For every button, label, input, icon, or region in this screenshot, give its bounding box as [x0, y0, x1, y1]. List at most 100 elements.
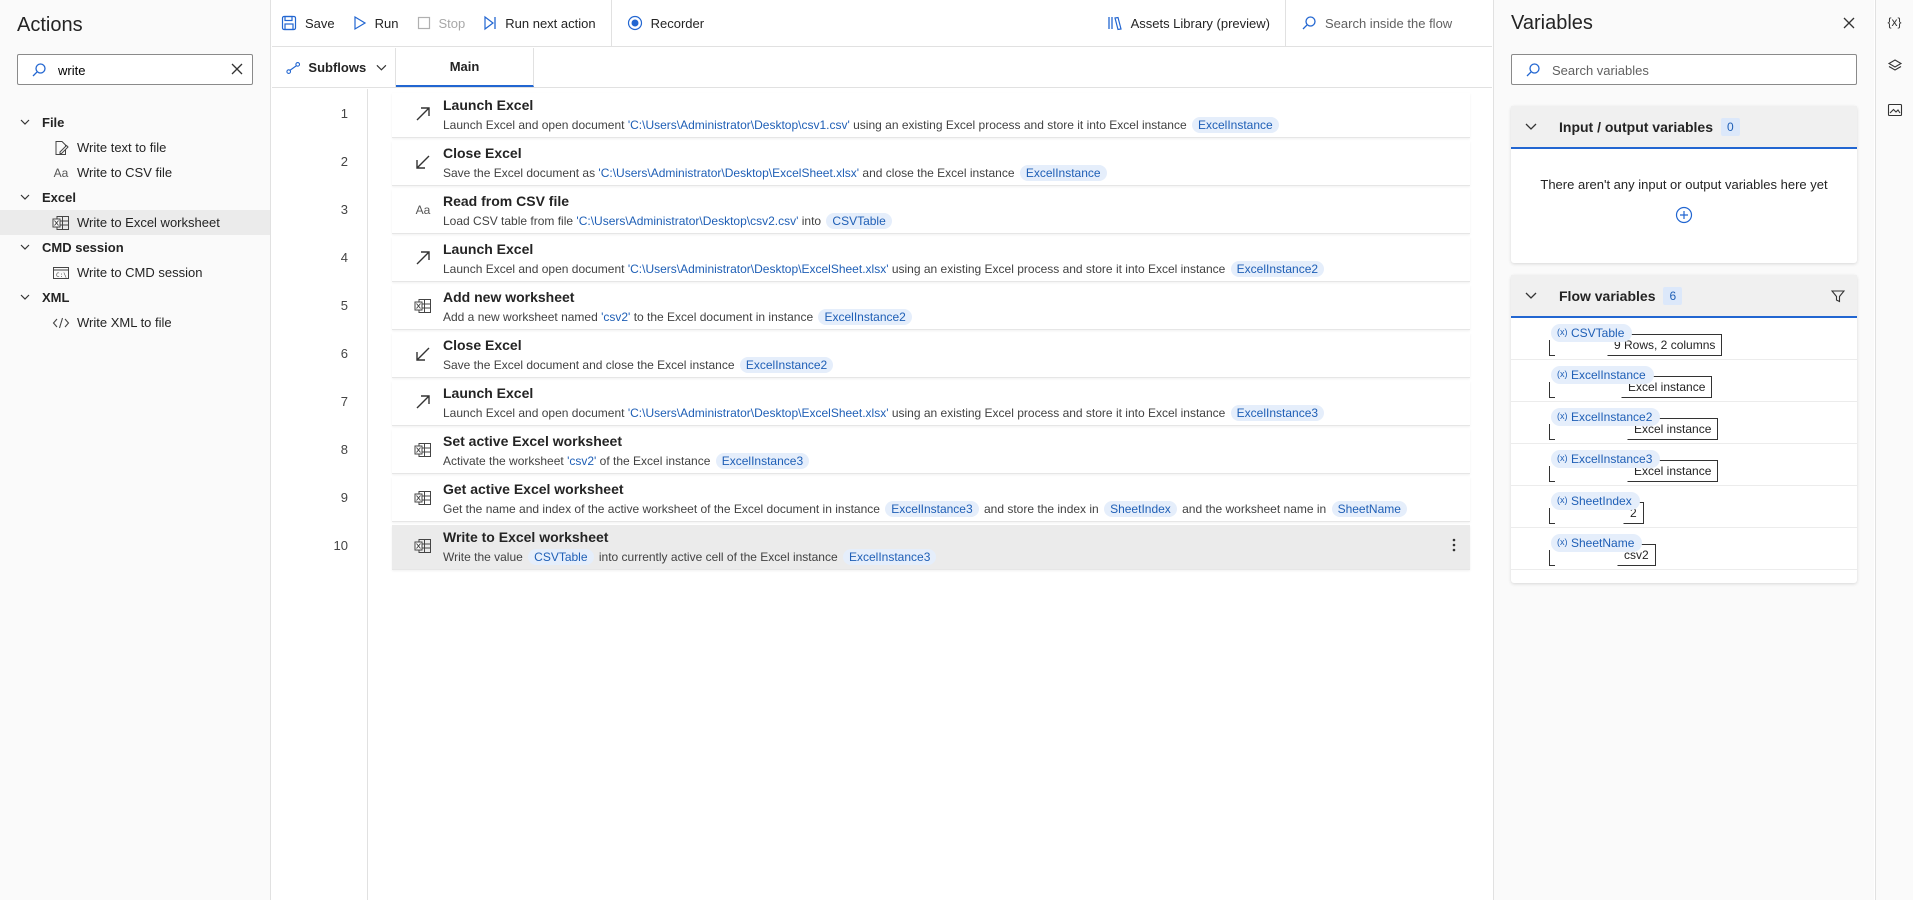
literal-value: 'C:\Users\Administrator\Desktop\ExcelShe… [598, 166, 860, 180]
assets-library-button[interactable]: Assets Library (preview) [1098, 0, 1279, 47]
variables-toggle-icon[interactable]: {x} [1876, 0, 1913, 44]
flow-step[interactable]: 9 Get active Excel worksheet Get the name … [341, 477, 1470, 522]
category-xml[interactable]: XML [0, 285, 270, 310]
flow-variable-row[interactable]: csv2 (x) SheetName [1511, 528, 1857, 570]
variable-name: ExcelInstance [1571, 368, 1646, 382]
variable-pill[interactable]: ExcelInstance [1019, 165, 1107, 181]
variable-name-pill[interactable]: (x) ExcelInstance [1551, 366, 1654, 384]
chevron-down-icon [376, 64, 387, 71]
run-label: Run [374, 15, 399, 31]
step-number: 4 [340, 250, 348, 265]
flow-variable-row[interactable]: Excel instance (x) ExcelInstance [1511, 360, 1857, 402]
description-text: Launch Excel and open document [443, 118, 628, 132]
recorder-button[interactable]: Recorder [618, 0, 713, 47]
category-excel[interactable]: Excel [0, 185, 270, 210]
flow-step[interactable]: 1 Launch Excel Launch Excel and open docum… [341, 93, 1470, 138]
tab-main[interactable]: Main [396, 48, 534, 87]
actions-search-box[interactable] [17, 54, 253, 85]
action-item[interactable]: C:\ Write to CMD session [0, 260, 270, 285]
library-icon [1107, 16, 1122, 31]
variable-pill[interactable]: SheetName [1331, 501, 1407, 517]
launch-arrow-icon [414, 393, 432, 411]
flow-step[interactable]: 8 Set active Excel worksheet Activate the … [341, 429, 1470, 474]
description-text: Save the Excel document and close the Ex… [443, 358, 738, 372]
search-icon [1302, 16, 1316, 30]
subflows-label: Subflows [308, 60, 367, 75]
variable-name: SheetIndex [1571, 494, 1632, 508]
filter-icon[interactable] [1830, 289, 1846, 306]
chevron-down-icon[interactable] [20, 294, 30, 301]
variables-search-box[interactable] [1511, 54, 1857, 85]
flow-variable-row[interactable]: Excel instance (x) ExcelInstance2 [1511, 402, 1857, 444]
chevron-down-icon[interactable] [20, 119, 30, 126]
close-icon[interactable] [1842, 16, 1856, 33]
flow-variable-row[interactable]: Excel instance (x) ExcelInstance3 [1511, 444, 1857, 486]
search-icon [31, 62, 47, 81]
flow-step[interactable]: 4 Launch Excel Launch Excel and open docum… [341, 237, 1470, 282]
variable-pill[interactable]: CSVTable [528, 549, 594, 565]
run-next-action-button[interactable]: Run next action [474, 0, 604, 47]
layers-icon[interactable] [1876, 44, 1913, 88]
step-description: Write the value CSVTable into currently … [443, 549, 938, 565]
add-variable-button[interactable] [1511, 206, 1857, 224]
variable-icon: (x) [1557, 327, 1568, 337]
chevron-down-icon[interactable] [1525, 292, 1537, 300]
action-item-label: Write to CMD session [77, 265, 203, 280]
flow-step[interactable]: 6 Close Excel Save the Excel document and … [341, 333, 1470, 378]
variable-name-pill[interactable]: (x) SheetName [1551, 534, 1643, 552]
record-icon [627, 15, 642, 31]
variables-title: Variables [1511, 12, 1593, 34]
flow-step[interactable]: 2 Close Excel Save the Excel document as '… [341, 141, 1470, 186]
variable-pill[interactable]: CSVTable [826, 213, 892, 229]
connector-line [1549, 466, 1555, 482]
variable-pill[interactable]: ExcelInstance3 [715, 453, 810, 469]
variable-name: ExcelInstance3 [1571, 452, 1653, 466]
action-item[interactable]: Write XML to file [0, 310, 270, 335]
variable-pill[interactable]: ExcelInstance3 [842, 549, 937, 565]
search-flow-box[interactable]: Search inside the flow [1292, 0, 1492, 47]
stop-button[interactable]: Stop [408, 0, 475, 47]
io-variables-header[interactable]: Input / output variables 0 [1511, 106, 1857, 149]
variable-name-pill[interactable]: (x) ExcelInstance2 [1551, 408, 1661, 426]
chevron-down-icon[interactable] [1525, 123, 1537, 131]
flow-step[interactable]: 7 Launch Excel Launch Excel and open docum… [341, 381, 1470, 426]
chevron-down-icon[interactable] [20, 244, 30, 251]
variable-name-pill[interactable]: (x) SheetIndex [1551, 492, 1640, 510]
variable-pill[interactable]: ExcelInstance2 [739, 357, 834, 373]
flow-step[interactable]: 3 Aa Read from CSV file Load CSV table from… [341, 189, 1470, 234]
step-description: Save the Excel document as 'C:\Users\Adm… [443, 165, 1109, 181]
variable-pill[interactable]: SheetIndex [1104, 501, 1177, 517]
action-item[interactable]: Write to Excel worksheet [0, 210, 270, 235]
clear-search-icon[interactable] [230, 62, 244, 79]
category-label: XML [42, 290, 70, 305]
variable-pill[interactable]: ExcelInstance3 [885, 501, 979, 517]
flow-step[interactable]: 5 Add new worksheet Add a new worksheet na… [341, 285, 1470, 330]
step-number: 2 [340, 154, 348, 169]
action-item[interactable]: Write text to file [0, 135, 270, 160]
subflows-dropdown[interactable]: Subflows [272, 48, 396, 87]
variable-pill[interactable]: ExcelInstance2 [1230, 261, 1325, 277]
variable-pill[interactable]: ExcelInstance3 [1230, 405, 1325, 421]
category-cmd-session[interactable]: CMD session [0, 235, 270, 260]
flow-variable-row[interactable]: 9 Rows, 2 columns (x) CSVTable [1511, 318, 1857, 360]
flow-variables-header[interactable]: Flow variables 6 [1511, 275, 1857, 318]
actions-search-input[interactable] [58, 61, 228, 79]
variable-name-pill[interactable]: (x) CSVTable [1551, 324, 1633, 342]
variable-pill[interactable]: ExcelInstance [1191, 117, 1279, 133]
flow-variable-row[interactable]: 2 (x) SheetIndex [1511, 486, 1857, 528]
variables-search-input[interactable] [1552, 61, 1842, 79]
step-title: Add new worksheet [443, 289, 575, 305]
image-icon[interactable] [1876, 88, 1913, 132]
category-file[interactable]: File [0, 110, 270, 135]
action-item[interactable]: Aa Write to CSV file [0, 160, 270, 185]
action-item-label: Write text to file [77, 140, 167, 155]
action-item-label: Write to Excel worksheet [77, 215, 220, 230]
more-options-icon[interactable] [1452, 537, 1456, 556]
tab-main-label: Main [449, 59, 480, 74]
save-button[interactable]: Save [272, 0, 344, 47]
variable-name-pill[interactable]: (x) ExcelInstance3 [1551, 450, 1661, 468]
variable-pill[interactable]: ExcelInstance2 [818, 309, 912, 325]
run-button[interactable]: Run [344, 0, 408, 47]
chevron-down-icon[interactable] [20, 194, 30, 201]
flow-step[interactable]: 10 Write to Excel worksheet Write the valu… [334, 525, 1470, 570]
